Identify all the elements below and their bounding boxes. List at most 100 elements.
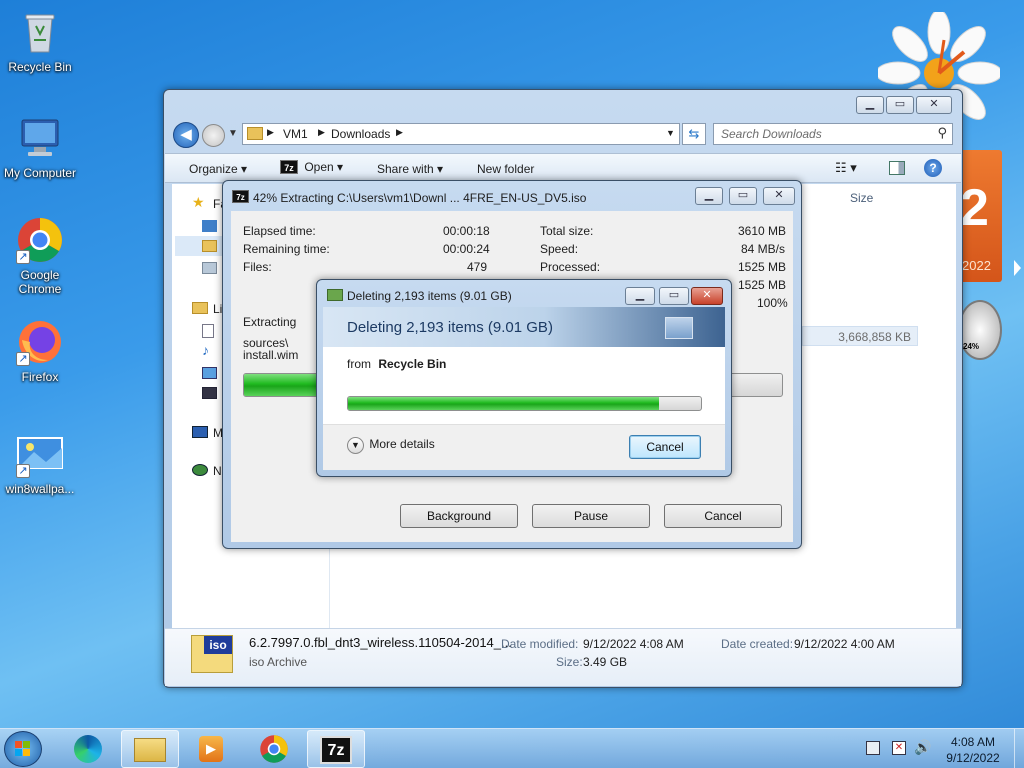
delete-dialog-title: Deleting 2,193 items (9.01 GB) xyxy=(347,289,512,303)
cpu-meter-gadget[interactable]: 24% xyxy=(958,300,1002,360)
taskbar-edge[interactable] xyxy=(60,730,118,768)
address-bar[interactable]: ▶ VM1 ▶ Downloads ▶ ▼ xyxy=(242,123,680,145)
tray-volume-icon[interactable]: 🔊 xyxy=(914,739,931,756)
share-with-menu[interactable]: Share with ▾ xyxy=(377,162,443,176)
cancel-delete-button[interactable]: Cancel xyxy=(629,435,701,459)
tray-action-center-icon[interactable]: ✕ xyxy=(892,741,906,755)
desktop-icon-recycle-bin[interactable]: Recycle Bin xyxy=(0,8,80,74)
refresh-button[interactable]: ⇆ xyxy=(682,123,706,145)
extract-dialog-title: 42% Extracting C:\Users\vm1\Downl ... 4F… xyxy=(253,191,587,205)
breadcrumb-separator-icon: ▶ xyxy=(267,127,274,137)
recent-places-icon xyxy=(202,262,217,274)
sevenzip-title-icon: 7z xyxy=(232,190,249,203)
minimize-button[interactable]: ▁ xyxy=(856,96,884,114)
cancel-extract-button[interactable]: Cancel xyxy=(664,504,782,528)
calendar-gadget[interactable]: 2 2022 xyxy=(960,150,1002,282)
firefox-icon: ↗ xyxy=(16,318,64,366)
taskbar-media-player[interactable]: ▶ xyxy=(183,730,241,768)
network-icon xyxy=(192,464,208,476)
view-options-icon[interactable]: ☷ ▾ xyxy=(835,160,857,176)
forward-button[interactable] xyxy=(202,124,225,147)
file-row-size: 3,668,858 KB xyxy=(838,330,911,344)
nav-libraries[interactable]: Li xyxy=(213,302,222,316)
start-button[interactable] xyxy=(4,731,42,767)
details-size-label: Size: xyxy=(556,655,583,669)
breadcrumb-item-downloads[interactable]: Downloads xyxy=(331,127,390,141)
breadcrumb-separator-icon: ▶ xyxy=(396,127,403,137)
pause-button[interactable]: Pause xyxy=(532,504,650,528)
favorites-star-icon: ★ xyxy=(192,194,205,210)
shortcut-arrow-icon: ↗ xyxy=(16,250,30,264)
delete-progress-bar xyxy=(347,396,702,411)
maximize-button[interactable]: ▭ xyxy=(659,287,689,305)
details-date-created: 9/12/2022 4:00 AM xyxy=(794,637,895,651)
tray-network-icon[interactable] xyxy=(866,741,880,755)
desktop-folder-icon xyxy=(202,220,217,232)
new-folder-button[interactable]: New folder xyxy=(477,162,534,176)
search-placeholder: Search Downloads xyxy=(721,127,822,141)
organize-menu[interactable]: Organize ▾ xyxy=(189,162,247,176)
close-button[interactable]: ✕ xyxy=(916,96,952,114)
preview-pane-icon[interactable] xyxy=(889,161,905,175)
maximize-button[interactable]: ▭ xyxy=(729,187,757,205)
sevenzip-icon: 7z xyxy=(320,736,352,764)
sevenzip-icon: 7z xyxy=(280,160,298,174)
maximize-button[interactable]: ▭ xyxy=(886,96,914,114)
show-desktop-button[interactable] xyxy=(1014,729,1024,768)
cpu-meter-value: 24% xyxy=(963,342,980,351)
breadcrumb-separator-icon: ▶ xyxy=(318,127,325,137)
computer-icon xyxy=(16,114,64,162)
breadcrumb-item-vm1[interactable]: VM1 xyxy=(283,127,308,141)
mouse-cursor-icon xyxy=(1014,260,1021,276)
background-button[interactable]: Background xyxy=(400,504,518,528)
recent-pages-chevron-icon[interactable]: ▼ xyxy=(228,128,238,139)
elapsed-value: 00:00:18 xyxy=(443,224,490,238)
computer-small-icon xyxy=(192,426,208,438)
search-icon: ⚲ xyxy=(937,125,947,140)
from-label: from Recycle Bin xyxy=(347,357,447,371)
open-with-7zip-button[interactable]: 7z Open ▾ xyxy=(280,160,343,174)
close-button[interactable]: ✕ xyxy=(691,287,723,305)
tray-clock[interactable]: 4:08 AM 9/12/2022 xyxy=(942,734,1004,766)
recycle-bin-icon xyxy=(16,8,64,56)
taskbar-7zip[interactable]: 7z xyxy=(307,730,365,768)
search-input[interactable]: Search Downloads ⚲ xyxy=(713,123,953,145)
column-header-size[interactable]: Size xyxy=(850,191,873,205)
file-row-selected[interactable]: 3,668,858 KB xyxy=(802,326,918,346)
desktop-icon-label: Firefox xyxy=(21,370,59,384)
taskbar-chrome[interactable] xyxy=(245,730,303,768)
nav-network[interactable]: N xyxy=(213,464,222,478)
minimize-button[interactable]: ▁ xyxy=(625,287,655,305)
help-icon[interactable]: ? xyxy=(924,159,942,177)
calendar-year: 2022 xyxy=(962,258,991,273)
desktop-icon-wallpaper[interactable]: ↗ win8wallpa... xyxy=(0,430,80,496)
desktop-icon-label: Recycle Bin xyxy=(8,60,72,74)
extracting-path-file: install.wim xyxy=(243,348,299,362)
total-size-label: Total size: xyxy=(540,224,594,238)
extracting-label: Extracting xyxy=(243,315,297,329)
details-pane: iso 6.2.7997.0.fbl_dnt3_wireless.110504-… xyxy=(165,628,961,686)
from-location: Recycle Bin xyxy=(378,357,447,371)
details-size: 3.49 GB xyxy=(583,655,628,669)
desktop-icon-chrome[interactable]: ↗ Google Chrome xyxy=(0,216,80,296)
desktop-icon-firefox[interactable]: ↗ Firefox xyxy=(0,318,80,384)
delete-dialog-header: Deleting 2,193 items (9.01 GB) xyxy=(323,307,725,347)
delete-progress-dialog[interactable]: Deleting 2,193 items (9.01 GB) ▁ ▭ ✕ Del… xyxy=(316,279,732,477)
more-details-toggle[interactable]: ▼ More details xyxy=(347,437,435,454)
music-icon: ♪ xyxy=(202,342,209,358)
remaining-value: 00:00:24 xyxy=(443,242,490,256)
minimize-button[interactable]: ▁ xyxy=(695,187,723,205)
desktop-icon-my-computer[interactable]: My Computer xyxy=(0,114,80,180)
files-label: Files: xyxy=(243,260,272,274)
close-button[interactable]: ✕ xyxy=(763,187,795,205)
taskbar-explorer[interactable] xyxy=(121,730,179,768)
folder-animation-icon xyxy=(665,317,693,339)
desktop-icon-label: My Computer xyxy=(3,166,77,180)
desktop-icon-label: Google Chrome xyxy=(18,268,62,296)
remaining-label: Remaining time: xyxy=(243,242,330,256)
back-button[interactable]: ◀ xyxy=(173,122,199,148)
chrome-icon: ↗ xyxy=(16,216,64,264)
processed-label: Processed: xyxy=(540,260,601,274)
address-dropdown-icon[interactable]: ▼ xyxy=(666,128,675,138)
chrome-icon xyxy=(260,735,288,763)
